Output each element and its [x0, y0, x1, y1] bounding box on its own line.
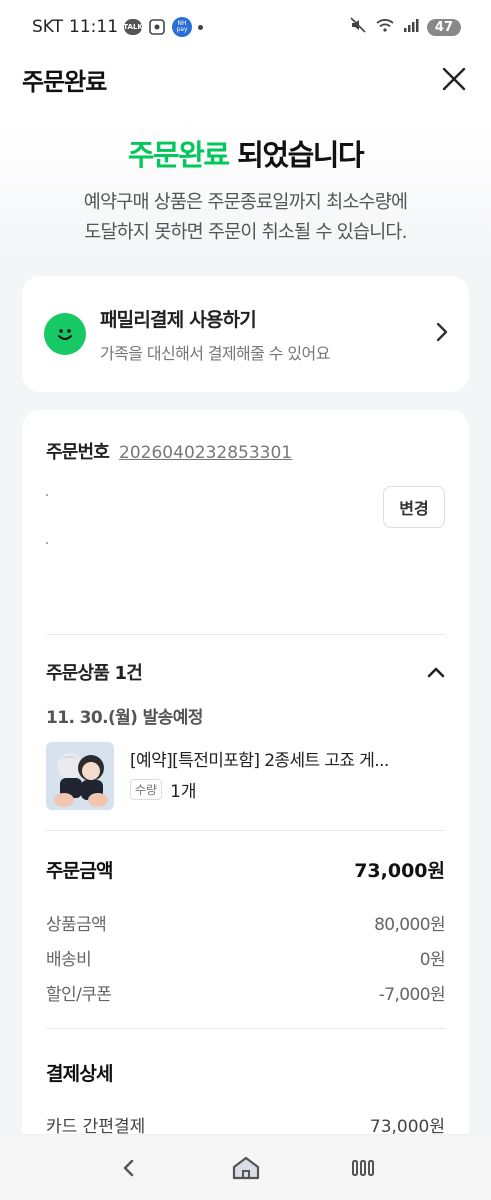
- product-thumbnail: [46, 742, 114, 810]
- close-button[interactable]: [439, 64, 469, 94]
- order-total-value: 73,000원: [354, 859, 445, 882]
- payment-method-value: 73,000원: [369, 1116, 445, 1137]
- home-button[interactable]: [226, 1148, 266, 1188]
- product-item[interactable]: [예약][특전미포함] 2종세트 고죠 게... 수량 1개: [46, 742, 445, 810]
- family-payment-subtitle: 가족을 대신해서 결제해줄 수 있어요: [100, 343, 330, 363]
- completion-notice: 예약구매 상품은 주문종료일까지 최소수량에 도달하지 못하면 주문이 취소될 …: [83, 192, 408, 243]
- order-items-title: 주문상품 1건: [46, 663, 143, 684]
- product-name: [예약][특전미포함] 2종세트 고죠 게...: [130, 751, 389, 771]
- notification-dot-icon: [198, 24, 204, 30]
- order-total-label: 주문금액: [46, 859, 114, 882]
- order-items-header[interactable]: 주문상품 1건: [46, 635, 445, 709]
- header: 주문완료: [0, 54, 491, 104]
- family-payment-card[interactable]: 패밀리결제 사용하기 가족을 대신해서 결제해줄 수 있어요: [22, 276, 469, 392]
- quantity-badge: 수량: [130, 779, 163, 800]
- order-total-row: 주문금액 73,000원: [46, 833, 445, 905]
- payment-detail-header: 결제상세: [46, 1037, 445, 1107]
- carrier: SKT: [32, 17, 64, 37]
- signal-icon: [403, 17, 419, 38]
- payment-method-label: 카드 간편결제: [46, 1116, 146, 1137]
- page-title: 주문완료: [22, 67, 107, 96]
- nh-pay-icon: NH pay: [172, 17, 193, 37]
- chevron-up-icon[interactable]: [427, 663, 445, 682]
- wifi-icon: [375, 17, 395, 38]
- completion-title: 주문완료 되었습니다: [127, 138, 365, 172]
- quantity-value: 1개: [170, 782, 197, 802]
- shipping-date: 11. 30.(월) 발송예정: [46, 708, 203, 728]
- payment-detail-title: 결제상세: [46, 1062, 114, 1085]
- address-text: [46, 494, 48, 496]
- clock: 11:11: [69, 17, 119, 37]
- screenshot-icon: [148, 19, 166, 35]
- summary-row: 배송비 0원: [46, 950, 446, 970]
- order-detail-card: 주문번호 2026040232853301 변경 주문상품 1건 11. 30.…: [22, 410, 469, 1170]
- close-icon: [442, 67, 466, 91]
- address-detail-text: [46, 542, 48, 544]
- home-icon: [232, 1156, 259, 1179]
- chevron-right-icon: [435, 322, 449, 346]
- recent-apps-icon: [351, 1159, 374, 1176]
- family-payment-title: 패밀리결제 사용하기: [100, 308, 257, 331]
- order-number-label: 주문번호: [46, 442, 110, 463]
- summary-row: 할인/쿠폰 -7,000원: [46, 985, 446, 1005]
- change-address-button[interactable]: 변경: [383, 486, 445, 528]
- talk-icon: TALK: [123, 19, 143, 35]
- order-complete-page: SKT 11:11 TALK NH pay 47 주문완료 주문완료 되었습니다…: [0, 0, 491, 1200]
- mute-icon: [349, 16, 367, 39]
- divider: [46, 1028, 445, 1029]
- order-number-link[interactable]: 2026040232853301: [119, 443, 292, 463]
- order-number-row: 주문번호 2026040232853301: [46, 438, 445, 464]
- product-quantity: 수량 1개: [130, 777, 389, 802]
- smile-icon: [44, 313, 86, 355]
- status-bar: SKT 11:11 TALK NH pay 47: [0, 0, 491, 54]
- completion-message: 주문완료 되었습니다 예약구매 상품은 주문종료일까지 최소수량에 도달하지 못…: [0, 132, 491, 248]
- battery-icon: 47: [426, 18, 461, 36]
- summary-row: 상품금액 80,000원: [46, 915, 446, 935]
- recent-apps-button[interactable]: [343, 1148, 383, 1188]
- back-icon: [123, 1159, 133, 1176]
- delivery-address-area: 변경: [46, 464, 445, 634]
- back-button[interactable]: [109, 1148, 149, 1188]
- divider: [46, 830, 445, 831]
- system-navigation-bar: [0, 1134, 491, 1200]
